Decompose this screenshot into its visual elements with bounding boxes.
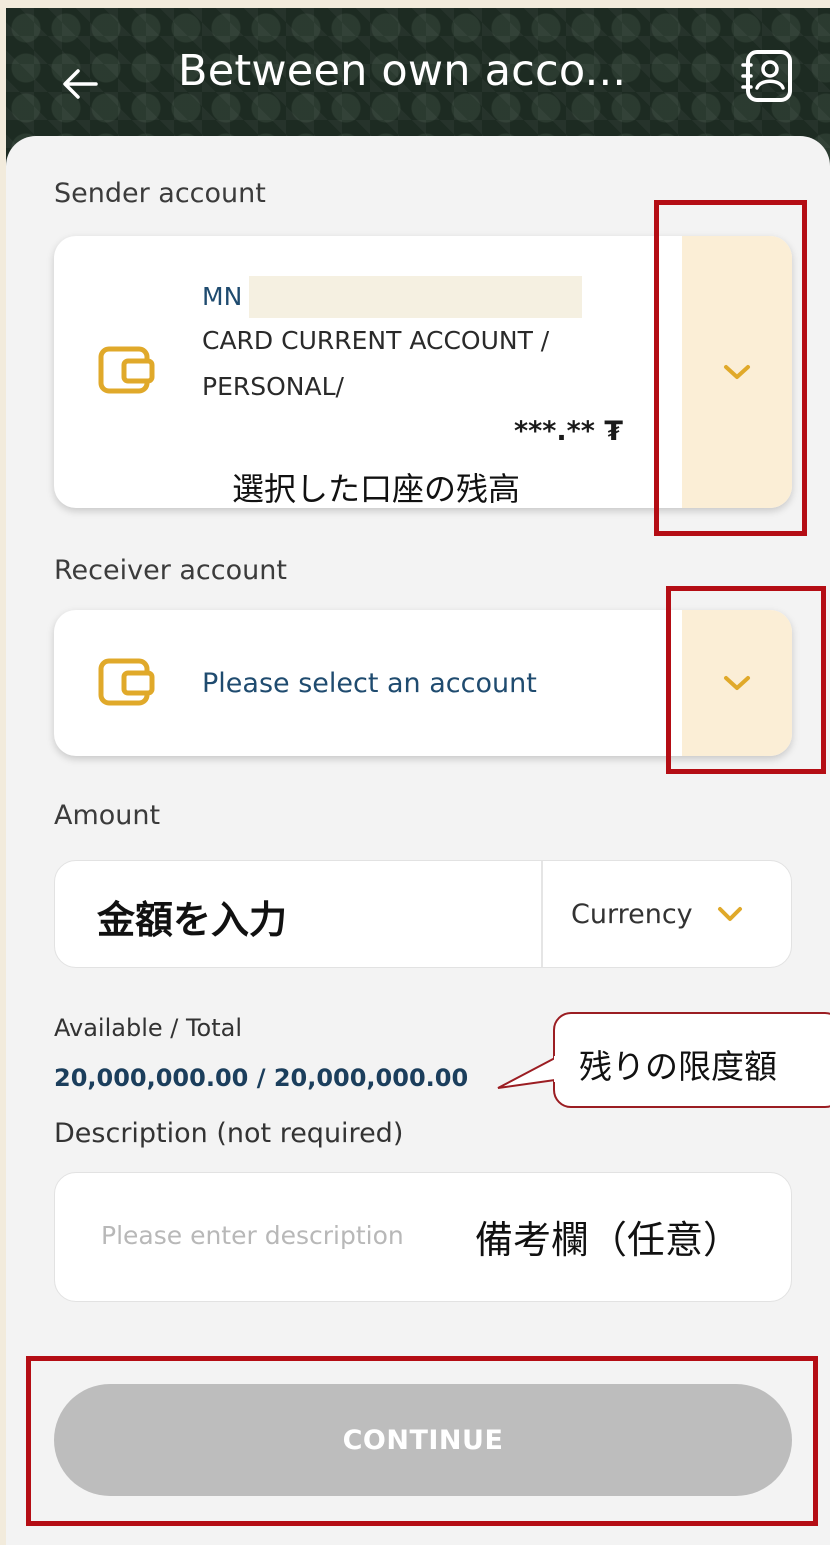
amount-label: Amount (54, 800, 161, 831)
currency-select[interactable]: Currency (571, 899, 693, 930)
contact-book-icon[interactable] (740, 48, 796, 104)
description-field[interactable]: Please enter description 備考欄（任意） (54, 1172, 792, 1302)
available-total-label: Available / Total (54, 1014, 243, 1042)
amount-input-annotation: 金額を入力 (97, 898, 288, 942)
description-placeholder: Please enter description (101, 1221, 404, 1250)
chevron-down-icon[interactable] (717, 905, 743, 923)
available-total-value: 20,000,000.00 / 20,000,000.00 (54, 1064, 469, 1092)
highlight-box-sender (654, 200, 807, 536)
description-label: Description (not required) (54, 1118, 404, 1149)
receiver-placeholder: Please select an account (202, 668, 537, 699)
limit-callout: 残りの限度額 (553, 1012, 830, 1108)
callout-tail (497, 1056, 562, 1089)
arrow-left-icon[interactable] (60, 64, 100, 104)
highlight-box-continue (26, 1356, 818, 1526)
receiver-account-label: Receiver account (54, 555, 287, 586)
masked-account-number (249, 276, 582, 318)
balance-annotation: 選択した口座の残高 (232, 470, 521, 508)
sender-balance: ***.** ₮ (514, 416, 624, 447)
sender-account-type: CARD CURRENT ACCOUNT / (202, 326, 550, 355)
wallet-icon (98, 658, 155, 706)
sender-account-owner: PERSONAL/ (202, 372, 344, 401)
sender-account-code: MN (202, 282, 243, 311)
amount-divider (541, 861, 543, 967)
sender-account-label: Sender account (54, 178, 266, 209)
page-title: Between own acco... (178, 46, 627, 96)
amount-field[interactable]: 金額を入力 Currency (54, 860, 792, 968)
description-annotation: 備考欄（任意） (475, 1218, 742, 1262)
highlight-box-receiver (666, 586, 826, 774)
wallet-icon (98, 346, 155, 394)
limit-callout-text: 残りの限度額 (579, 1047, 777, 1086)
